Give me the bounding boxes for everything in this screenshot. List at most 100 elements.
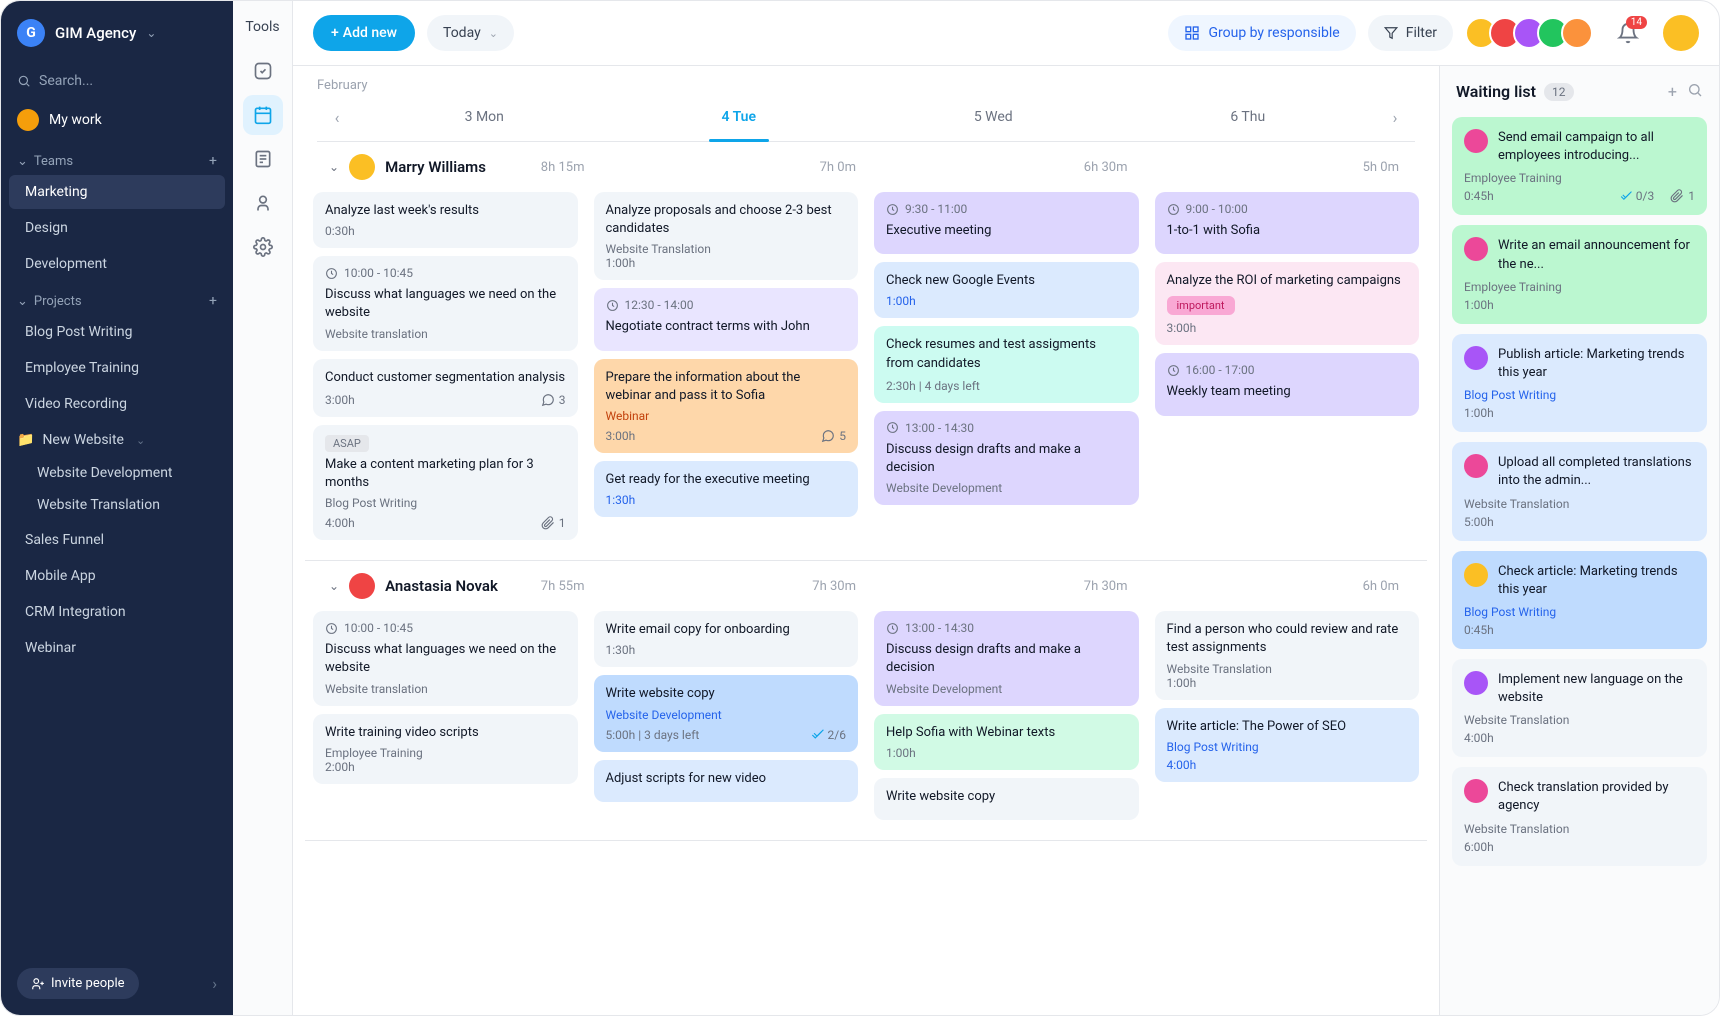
sidebar-item-project[interactable]: Webinar	[9, 631, 225, 665]
task-card[interactable]: Find a person who could review and rate …	[1155, 611, 1420, 699]
day-duration: 6h 0m	[1363, 579, 1399, 594]
today-button[interactable]: Today⌄	[427, 15, 514, 51]
task-card[interactable]: 9:30 - 11:00Executive meeting	[874, 192, 1139, 254]
task-card[interactable]: Analyze the ROI of marketing campaignsim…	[1155, 262, 1420, 345]
avatar	[349, 154, 375, 180]
filter-button[interactable]: Filter	[1368, 15, 1453, 51]
waiting-list-card[interactable]: Implement new language on the websiteWeb…	[1452, 659, 1707, 757]
team-avatars[interactable]	[1465, 17, 1593, 49]
card-footer-right: 2/6	[810, 728, 846, 742]
card-project: Blog Post Writing	[325, 496, 566, 510]
card-footer-left: 4:00h	[325, 516, 355, 530]
sidebar-item-team[interactable]: Development	[9, 247, 225, 281]
task-card[interactable]: 10:00 - 10:45Discuss what languages we n…	[313, 256, 578, 350]
day-duration: 5h 0m	[1363, 160, 1399, 175]
document-view-button[interactable]	[243, 139, 283, 179]
day-tab[interactable]: 3 Mon	[357, 93, 612, 141]
waiting-list-card[interactable]: Write an email announcement for the ne..…	[1452, 225, 1707, 323]
search-icon[interactable]	[1687, 82, 1703, 98]
sidebar-item-project[interactable]: Video Recording	[9, 387, 225, 421]
task-card[interactable]: Check new Google Events1:00h	[874, 262, 1139, 318]
people-view-button[interactable]	[243, 183, 283, 223]
day-tab[interactable]: 5 Wed	[866, 93, 1121, 141]
group-by-button[interactable]: Group by responsible	[1168, 15, 1355, 51]
card-duration: 6:00h	[1464, 840, 1494, 854]
settings-button[interactable]	[243, 227, 283, 267]
task-card[interactable]: Write website copy	[874, 778, 1139, 820]
calendar-view-button[interactable]	[243, 95, 283, 135]
sidebar-section-teams[interactable]: ⌄Teams +	[1, 143, 233, 173]
invite-people-button[interactable]: Invite people	[17, 968, 139, 999]
sidebar-section-projects[interactable]: ⌄Projects +	[1, 283, 233, 313]
tool-column: Tools	[233, 1, 293, 1015]
search-input[interactable]: Search...	[1, 65, 233, 97]
task-card[interactable]: Write website copyWebsite Development5:0…	[594, 675, 859, 751]
task-card[interactable]: 9:00 - 10:001-to-1 with Sofia	[1155, 192, 1420, 254]
sidebar-folder[interactable]: 📁New Website⌄	[1, 423, 233, 457]
task-card[interactable]: Get ready for the executive meeting1:30h	[594, 461, 859, 517]
sidebar-item-project[interactable]: Sales Funnel	[9, 523, 225, 557]
card-duration: 4:00h	[1167, 758, 1408, 772]
card-duration: 0:45h	[1464, 623, 1494, 637]
sidebar-item-project[interactable]: Mobile App	[9, 559, 225, 593]
my-work-link[interactable]: My work	[1, 97, 233, 143]
sidebar-item-subproject[interactable]: Website Translation	[1, 489, 233, 521]
plus-icon[interactable]: +	[1668, 82, 1677, 101]
day-tab[interactable]: 4 Tue	[612, 93, 867, 141]
card-duration: 1:00h	[886, 746, 1127, 760]
plus-icon[interactable]: +	[209, 153, 217, 169]
card-footer-left: 3:00h	[606, 429, 636, 443]
task-card[interactable]: Prepare the information about the webina…	[594, 359, 859, 453]
task-card[interactable]: 16:00 - 17:00Weekly team meeting	[1155, 353, 1420, 415]
current-user-avatar[interactable]	[1663, 15, 1699, 51]
day-tab[interactable]: 6 Thu	[1121, 93, 1376, 141]
card-title: 1-to-1 with Sofia	[1167, 222, 1408, 240]
task-card[interactable]: Conduct customer segmentation analysis3:…	[313, 359, 578, 417]
add-new-button[interactable]: +Add new	[313, 15, 415, 51]
my-work-label: My work	[49, 112, 102, 128]
chevron-down-icon[interactable]: ⌄	[329, 160, 339, 174]
task-card[interactable]: Write training video scriptsEmployee Tra…	[313, 714, 578, 784]
card-duration: 1:30h	[606, 493, 847, 507]
sidebar-item-subproject[interactable]: Website Development	[1, 457, 233, 489]
waiting-list-card[interactable]: Upload all completed translations into t…	[1452, 442, 1707, 540]
plus-icon[interactable]: +	[209, 293, 217, 309]
task-card[interactable]: ASAPMake a content marketing plan for 3 …	[313, 425, 578, 540]
chevron-down-icon: ⌄	[136, 434, 145, 447]
waiting-list-card[interactable]: Check translation provided by agencyWebs…	[1452, 767, 1707, 865]
task-card[interactable]: 13:00 - 14:30Discuss design drafts and m…	[874, 611, 1139, 705]
task-card[interactable]: Analyze last week's results0:30h	[313, 192, 578, 248]
next-week-button[interactable]: ›	[1375, 94, 1415, 141]
card-project: Website Development	[606, 708, 847, 722]
task-card[interactable]: Help Sofia with Webinar texts1:00h	[874, 714, 1139, 770]
task-card[interactable]: Write email copy for onboarding1:30h	[594, 611, 859, 667]
checkbox-view-button[interactable]	[243, 51, 283, 91]
task-card[interactable]: 10:00 - 10:45Discuss what languages we n…	[313, 611, 578, 705]
sidebar-item-project[interactable]: Blog Post Writing	[9, 315, 225, 349]
prev-week-button[interactable]: ‹	[317, 94, 357, 141]
day-duration: 8h 15m	[541, 160, 585, 175]
card-footer-left: 3:00h	[325, 393, 355, 407]
waiting-list-card[interactable]: Send email campaign to all employees int…	[1452, 117, 1707, 215]
notifications-button[interactable]: 14	[1605, 22, 1651, 44]
card-title: Write article: The Power of SEO	[1167, 718, 1408, 736]
task-card[interactable]: Adjust scripts for new video	[594, 760, 859, 802]
task-card[interactable]: Analyze proposals and choose 2-3 best ca…	[594, 192, 859, 280]
waiting-list-card[interactable]: Check article: Marketing trends this yea…	[1452, 551, 1707, 649]
sidebar-item-project[interactable]: Employee Training	[9, 351, 225, 385]
sidebar-item-team[interactable]: Marketing	[9, 175, 225, 209]
chevron-right-icon[interactable]: ›	[212, 974, 217, 993]
card-time: 12:30 - 14:00	[606, 298, 847, 312]
avatar[interactable]	[1561, 17, 1593, 49]
sidebar-item-project[interactable]: CRM Integration	[9, 595, 225, 629]
sidebar-item-team[interactable]: Design	[9, 211, 225, 245]
workspace-switcher[interactable]: G GIM Agency ⌄	[1, 1, 233, 65]
task-card[interactable]: 12:30 - 14:00Negotiate contract terms wi…	[594, 288, 859, 350]
chevron-down-icon[interactable]: ⌄	[329, 579, 339, 593]
task-card[interactable]: Write article: The Power of SEOBlog Post…	[1155, 708, 1420, 782]
card-duration: 4:00h	[1464, 731, 1494, 745]
person-name: Marry Williams	[385, 158, 486, 176]
waiting-list-card[interactable]: Publish article: Marketing trends this y…	[1452, 334, 1707, 432]
task-card[interactable]: Check resumes and test assigments from c…	[874, 326, 1139, 402]
task-card[interactable]: 13:00 - 14:30Discuss design drafts and m…	[874, 411, 1139, 505]
